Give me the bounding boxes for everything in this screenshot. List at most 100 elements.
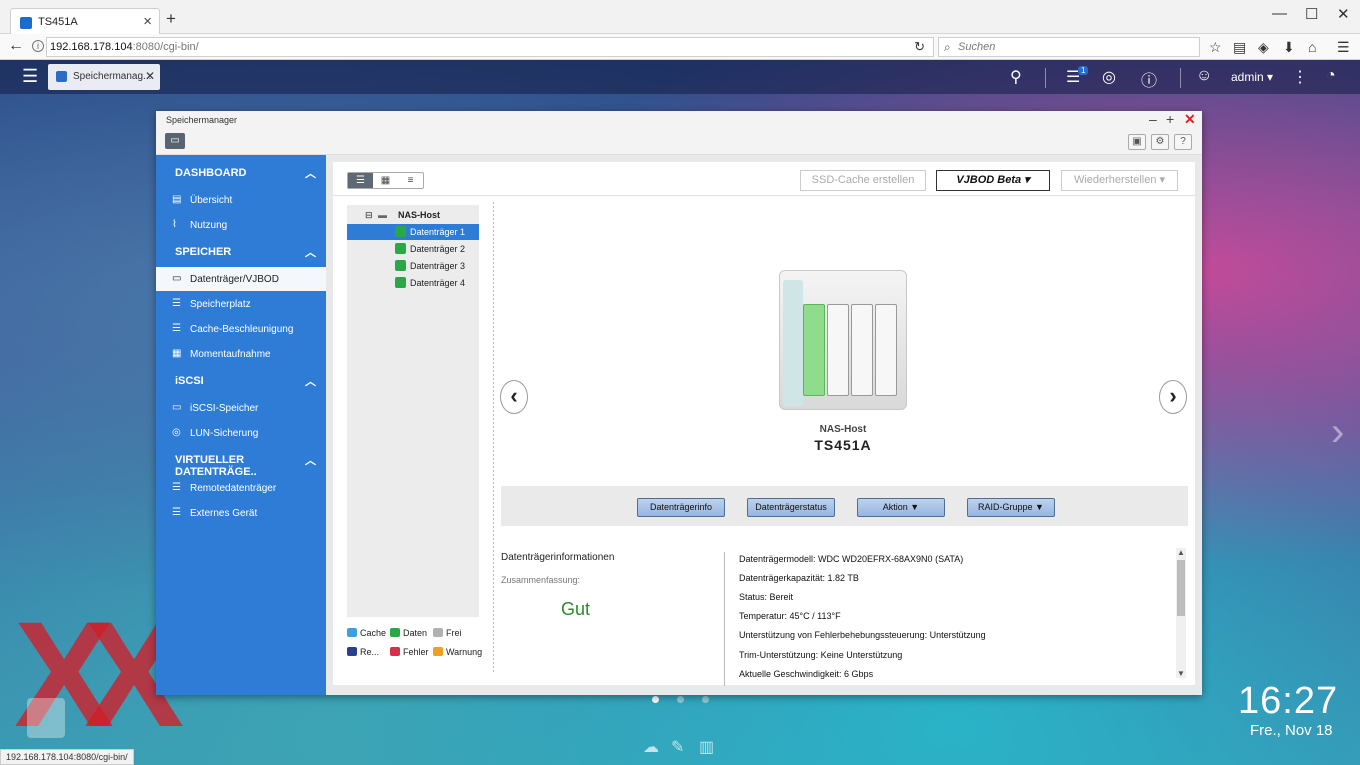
sidebar-item-label: Übersicht: [190, 195, 233, 206]
sidebar: DASHBOARD ︿ ▤ Übersicht ⌇ Nutzung SPEICH…: [156, 155, 326, 695]
browser-search-input[interactable]: ⌕ Suchen: [938, 37, 1200, 57]
snapshot-tool-icon[interactable]: ▣: [1128, 134, 1146, 150]
drive-bay-1[interactable]: [803, 304, 825, 396]
main-menu-icon[interactable]: ☰: [22, 66, 38, 87]
sidebar-section-virtual-disk[interactable]: VIRTUELLER DATENTRÄGE.. ︿: [156, 449, 326, 478]
view-list-icon[interactable]: ≡: [398, 173, 423, 188]
tab-close-icon[interactable]: ×: [143, 13, 152, 30]
view-detail-icon[interactable]: ☰: [348, 173, 373, 188]
layout-toggle-icon[interactable]: ▭: [165, 133, 185, 149]
user-avatar-icon[interactable]: ☺: [1196, 67, 1212, 85]
drive-bay-2[interactable]: [827, 304, 849, 396]
tree-collapse-icon[interactable]: ⊟: [365, 210, 373, 221]
pocket-icon[interactable]: ◈: [1258, 39, 1269, 56]
sidebar-item-external-device[interactable]: ☰ Externes Gerät: [156, 501, 326, 525]
sidebar-item-usage[interactable]: ⌇ Nutzung: [156, 213, 326, 237]
sidebar-item-remote-disk[interactable]: ☰ Remotedatenträger: [156, 476, 326, 500]
url-field[interactable]: 192.168.178.104:8080/cgi-bin/ ↻: [46, 37, 934, 57]
sidebar-item-label: Nutzung: [190, 220, 228, 231]
bookmark-star-icon[interactable]: ☆: [1209, 39, 1222, 56]
raid-group-menu-button[interactable]: RAID-Gruppe ▼: [967, 498, 1055, 517]
dashboard-gauge-icon[interactable]: ◔: [1326, 67, 1336, 85]
sidebar-item-lun-backup[interactable]: ◎ LUN-Sicherung: [156, 421, 326, 445]
next-device-chevron-icon[interactable]: ›: [1159, 380, 1187, 414]
sidebar-section-storage[interactable]: SPEICHER ︿: [156, 241, 326, 263]
trash-icon[interactable]: [27, 698, 65, 738]
sidebar-item-storage-space[interactable]: ☰ Speicherplatz: [156, 292, 326, 316]
maximize-icon[interactable]: ☐: [1305, 5, 1318, 23]
app-tab-close-icon[interactable]: ✕: [145, 69, 155, 83]
window-close-icon[interactable]: ✕: [1184, 111, 1196, 128]
window-minimize-icon[interactable]: –: [1149, 111, 1157, 127]
nas-front-panel: [783, 280, 803, 406]
desktop-clock: 16:27: [1238, 680, 1339, 722]
view-grid-icon[interactable]: ▦: [373, 173, 398, 188]
tools-icon[interactable]: ✎: [671, 737, 684, 757]
page-dot-active[interactable]: [652, 696, 659, 703]
collapse-chevron-icon[interactable]: ︿: [305, 373, 316, 389]
sidebar-item-label: Momentaufnahme: [190, 349, 271, 360]
help-icon[interactable]: ?: [1174, 134, 1192, 150]
page-dot[interactable]: [677, 696, 684, 703]
scroll-down-icon[interactable]: ▼: [1177, 669, 1185, 678]
ssd-cache-button[interactable]: SSD-Cache erstellen: [800, 170, 926, 191]
sidebar-section-iscsi[interactable]: iSCSI ︿: [156, 370, 326, 392]
info-line-trim: Trim-Unterstützung: Keine Unterstützung: [739, 650, 903, 660]
settings-gear-icon[interactable]: ⚙: [1151, 134, 1169, 150]
tree-disk-3[interactable]: Datenträger 3: [347, 258, 479, 274]
sidebar-item-snapshot[interactable]: ▦ Momentaufnahme: [156, 342, 326, 366]
tree-root-nas-host[interactable]: ⊟ ▬ NAS-Host: [347, 207, 479, 223]
reading-list-icon[interactable]: ▤: [1233, 39, 1246, 56]
external-device-icon[interactable]: ◎: [1102, 67, 1116, 87]
scroll-up-icon[interactable]: ▲: [1177, 548, 1185, 557]
tree-disk-2[interactable]: Datenträger 2: [347, 241, 479, 257]
window-close-icon[interactable]: ✕: [1337, 5, 1350, 23]
sidebar-item-cache[interactable]: ☰ Cache-Beschleunigung: [156, 317, 326, 341]
sidebar-item-disks-vjbod[interactable]: ▭ Datenträger/VJBOD: [156, 267, 326, 291]
collapse-chevron-icon[interactable]: ︿: [305, 244, 316, 260]
collapse-chevron-icon[interactable]: ︿: [305, 452, 316, 468]
tab-favicon-icon: [20, 17, 32, 29]
prev-device-chevron-icon[interactable]: ‹: [500, 380, 528, 414]
collapse-chevron-icon[interactable]: ︿: [305, 165, 316, 181]
action-menu-button[interactable]: Aktion ▼: [857, 498, 945, 517]
user-menu[interactable]: admin ▾: [1231, 70, 1273, 84]
book-icon[interactable]: ▥: [699, 737, 714, 757]
minimize-icon[interactable]: —: [1272, 5, 1287, 22]
tree-disk-4[interactable]: Datenträger 4: [347, 275, 479, 291]
download-icon[interactable]: ⬇: [1283, 39, 1295, 56]
cloud-icon[interactable]: ☁: [643, 737, 659, 757]
drive-bay-4[interactable]: [875, 304, 897, 396]
disk-info-button[interactable]: Datenträgerinfo: [637, 498, 725, 517]
sidebar-item-overview[interactable]: ▤ Übersicht: [156, 188, 326, 212]
site-info-icon[interactable]: i: [32, 40, 44, 52]
reload-icon[interactable]: ↻: [914, 39, 925, 55]
search-icon[interactable]: ⚲: [1010, 67, 1022, 87]
snapshot-icon: ▦: [172, 348, 182, 359]
more-options-icon[interactable]: ⋮: [1292, 67, 1308, 87]
notification-badge: 1: [1078, 66, 1089, 75]
tree-disk-1[interactable]: Datenträger 1: [347, 224, 479, 240]
scroll-thumb[interactable]: [1177, 560, 1185, 616]
sidebar-section-dashboard[interactable]: DASHBOARD ︿: [156, 162, 326, 184]
external-device-icon: ☰: [172, 507, 181, 518]
legend-label: Frei: [446, 628, 462, 638]
sidebar-item-iscsi-storage[interactable]: ▭ iSCSI-Speicher: [156, 396, 326, 420]
vjbod-menu-button[interactable]: VJBOD Beta ▾: [936, 170, 1050, 191]
restore-menu-button[interactable]: Wiederherstellen ▾: [1061, 170, 1178, 191]
info-scrollbar[interactable]: ▲ ▼: [1176, 548, 1186, 678]
info-icon[interactable]: ⓘ: [1141, 67, 1157, 91]
disk-status-button[interactable]: Datenträgerstatus: [747, 498, 835, 517]
page-dot[interactable]: [702, 696, 709, 703]
app-taskbar-tab[interactable]: Speichermanag... ✕: [48, 64, 160, 90]
next-desktop-chevron-icon[interactable]: ›: [1331, 410, 1344, 455]
legend-free: Frei: [433, 628, 473, 640]
browser-tab[interactable]: TS451A ×: [10, 8, 160, 35]
window-maximize-icon[interactable]: +: [1166, 111, 1174, 127]
legend-label: Cache: [360, 628, 387, 638]
new-tab-button[interactable]: +: [166, 9, 176, 29]
drive-bay-3[interactable]: [851, 304, 873, 396]
home-icon[interactable]: ⌂: [1308, 39, 1316, 55]
browser-menu-icon[interactable]: ☰: [1337, 39, 1350, 56]
back-arrow-icon[interactable]: ←: [8, 37, 24, 55]
